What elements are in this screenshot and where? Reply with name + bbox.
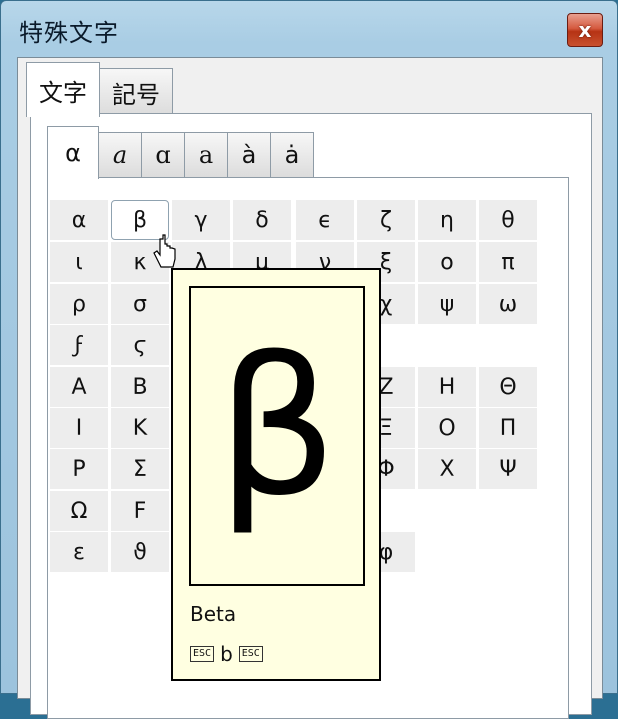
character-cell[interactable]: ε [50, 532, 108, 572]
character-cell[interactable]: σ [111, 284, 169, 324]
title-bar[interactable]: 特殊文字 x [1, 1, 617, 53]
special-characters-window: 特殊文字 x 文字 記号 α a ɑ a à ȧ αβγδϵζηθικλμνξο… [0, 0, 618, 719]
tab-dot-accent[interactable]: ȧ [270, 132, 314, 177]
esc-key-icon: ESC [190, 646, 215, 662]
close-icon: x [578, 18, 592, 42]
character-cell[interactable]: ζ [357, 200, 415, 240]
character-cell[interactable]: ψ [418, 284, 476, 324]
character-cell[interactable]: Ϝ [111, 491, 169, 531]
character-cell[interactable]: γ [172, 200, 230, 240]
character-cell[interactable]: Π [479, 408, 537, 448]
tooltip-glyph: β [216, 317, 338, 538]
character-cell[interactable]: ϝ [50, 325, 108, 365]
character-cell[interactable]: ϑ [111, 532, 169, 572]
character-cell[interactable]: Α [50, 367, 108, 407]
mouse-pointer-icon [153, 234, 176, 268]
tooltip-shortcut: ESC b ESC [190, 642, 263, 666]
tab-greek[interactable]: α [47, 126, 99, 179]
character-cell[interactable]: α [50, 200, 108, 240]
character-cell[interactable]: ϵ [296, 200, 354, 240]
tab-ligature[interactable]: a [184, 132, 228, 177]
tab-grave-label: à [241, 141, 257, 169]
character-cell[interactable]: Ψ [479, 449, 537, 489]
character-cell[interactable]: Ι [50, 408, 108, 448]
tooltip-character-name: Beta [190, 602, 237, 626]
character-cell[interactable]: δ [233, 200, 291, 240]
character-cell[interactable]: η [418, 200, 476, 240]
tab-characters[interactable]: 文字 [26, 62, 100, 117]
character-cell[interactable]: ι [50, 242, 108, 282]
character-cell[interactable]: ο [418, 242, 476, 282]
shortcut-key: b [220, 642, 233, 666]
character-tooltip: β Beta ESC b ESC [171, 268, 381, 681]
character-cell[interactable]: ω [479, 284, 537, 324]
tab-ligature-label: a [198, 141, 214, 169]
inner-tab-strip: α a ɑ a à ȧ [47, 126, 314, 179]
character-cell[interactable]: Ρ [50, 449, 108, 489]
character-cell[interactable]: Η [418, 367, 476, 407]
tooltip-preview-box: β [189, 286, 365, 586]
character-cell[interactable]: Β [111, 367, 169, 407]
tab-italic-label: a [112, 141, 128, 169]
window-title: 特殊文字 [19, 19, 119, 47]
tab-dot-label: ȧ [284, 141, 300, 169]
character-cell[interactable]: θ [479, 200, 537, 240]
character-cell[interactable]: Θ [479, 367, 537, 407]
tab-script-a[interactable]: ɑ [141, 132, 185, 177]
character-cell[interactable]: Ο [418, 408, 476, 448]
tab-greek-label: α [65, 139, 81, 167]
character-cell[interactable]: ϛ [111, 325, 169, 365]
character-cell[interactable]: Σ [111, 449, 169, 489]
character-cell[interactable]: Χ [418, 449, 476, 489]
character-cell[interactable]: Κ [111, 408, 169, 448]
character-cell[interactable]: Ω [50, 491, 108, 531]
character-cell[interactable]: ρ [50, 284, 108, 324]
close-button[interactable]: x [567, 13, 603, 47]
tab-symbols[interactable]: 記号 [99, 68, 173, 115]
character-cell[interactable]: π [479, 242, 537, 282]
outer-tab-strip: 文字 記号 [26, 62, 173, 117]
tab-script-a-label: ɑ [155, 141, 171, 169]
tab-grave-accent[interactable]: à [227, 132, 271, 177]
tab-italic[interactable]: a [98, 132, 142, 177]
esc-key-icon: ESC [238, 646, 263, 662]
